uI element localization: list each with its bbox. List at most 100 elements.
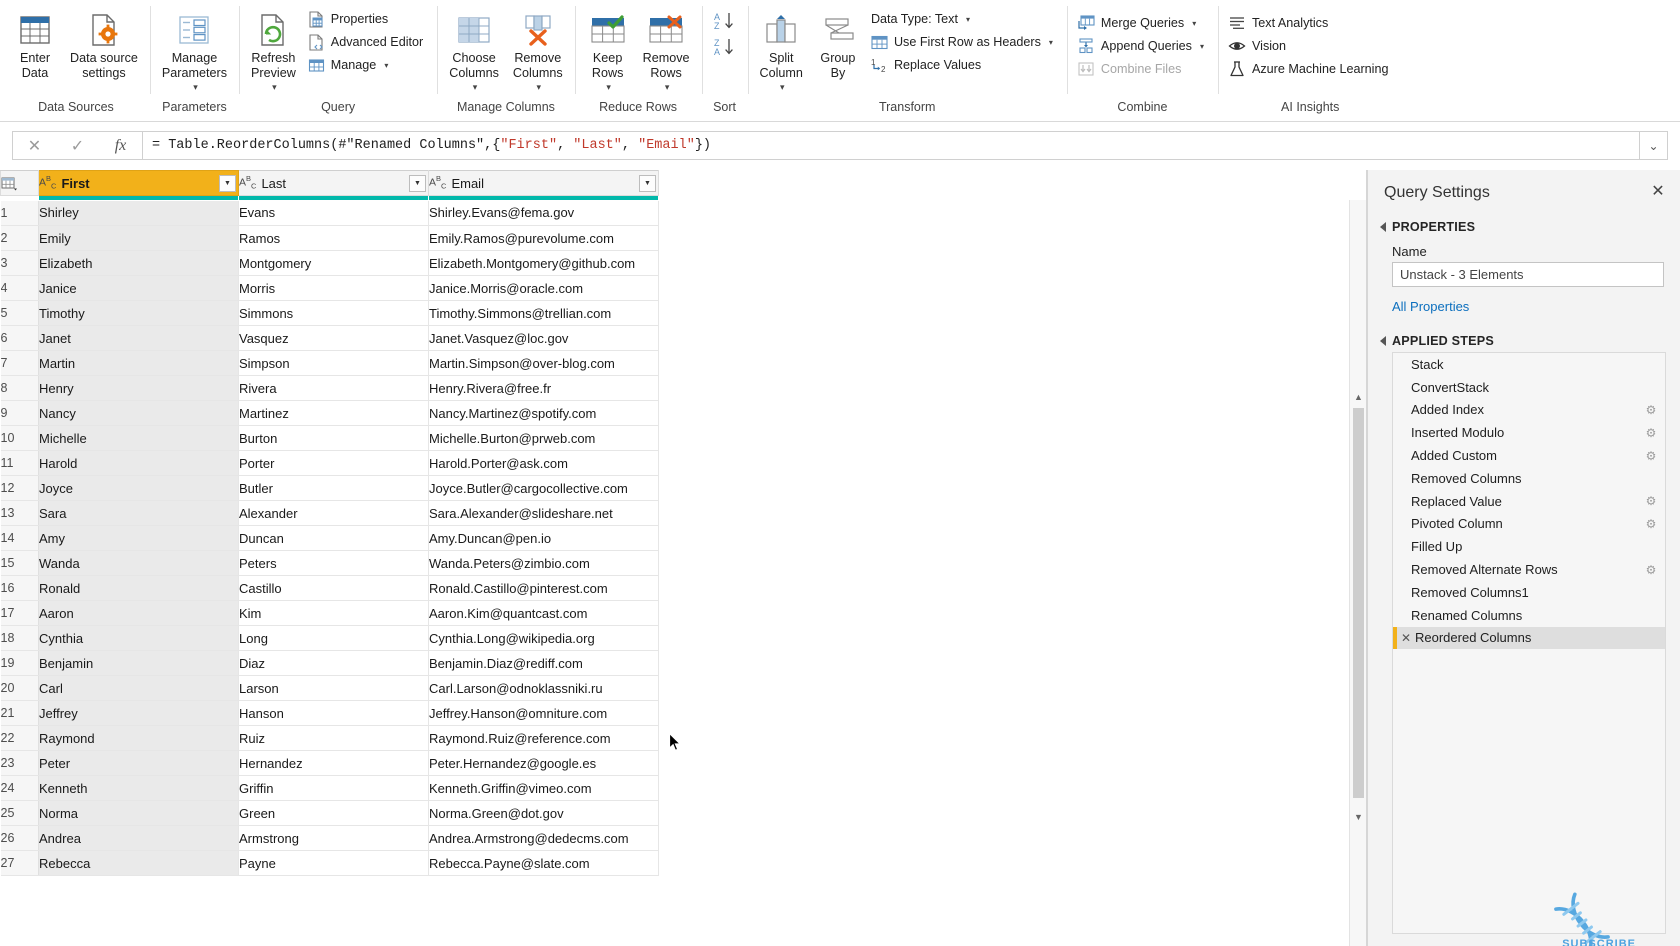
cell-first[interactable]: Amy (38, 525, 239, 551)
cell-first[interactable]: Rebecca (38, 850, 239, 876)
cell-email[interactable]: Cynthia.Long@wikipedia.org (428, 625, 659, 651)
formula-input[interactable]: = Table.ReorderColumns(#"Renamed Columns… (142, 131, 1640, 160)
applied-steps-section-header[interactable]: APPLIED STEPS (1368, 334, 1680, 348)
table-row[interactable]: 13 Sara Alexander Sara.Alexander@slideshare… (0, 500, 659, 526)
table-row[interactable]: 3 Elizabeth Montgomery Elizabeth.Montgomery… (0, 250, 659, 276)
cell-last[interactable]: Morris (238, 275, 429, 301)
remove-columns-button[interactable]: Remove Columns ▾ (507, 6, 569, 93)
cell-first[interactable]: Timothy (38, 300, 239, 326)
refresh-preview-button[interactable]: Refresh Preview ▾ (245, 6, 302, 93)
cell-last[interactable]: Peters (238, 550, 429, 576)
cell-last[interactable]: Simpson (238, 350, 429, 376)
select-all-table-icon[interactable] (0, 170, 39, 196)
cell-first[interactable]: Martin (38, 350, 239, 376)
cell-first[interactable]: Andrea (38, 825, 239, 851)
filter-dropdown-first-icon[interactable]: ▼ (219, 174, 236, 192)
cell-first[interactable]: Henry (38, 375, 239, 401)
confirm-icon[interactable]: ✓ (58, 136, 98, 156)
fx-icon[interactable]: fx (101, 137, 141, 155)
table-row[interactable]: 25 Norma Green Norma.Green@dot.gov (0, 800, 659, 826)
applied-step-item[interactable]: ✕ConvertStack (1393, 376, 1665, 399)
all-properties-link[interactable]: All Properties (1368, 287, 1680, 314)
gear-icon[interactable]: ⚙ (1643, 494, 1659, 508)
data-source-settings-button[interactable]: Data source settings (64, 6, 144, 82)
cell-email[interactable]: Sara.Alexander@slideshare.net (428, 500, 659, 526)
cell-email[interactable]: Jeffrey.Hanson@omniture.com (428, 700, 659, 726)
gear-icon[interactable]: ⚙ (1643, 563, 1659, 577)
manage-button[interactable]: Manage ▾ (304, 54, 431, 76)
chevron-down-icon[interactable]: ▾ (606, 82, 611, 93)
applied-step-item[interactable]: ✕Removed Columns1 (1393, 581, 1665, 604)
cell-last[interactable]: Butler (238, 475, 429, 501)
cell-email[interactable]: Shirley.Evans@fema.gov (428, 200, 659, 226)
cancel-icon[interactable]: ✕ (15, 136, 55, 156)
cell-email[interactable]: Janet.Vasquez@loc.gov (428, 325, 659, 351)
cell-first[interactable]: Peter (38, 750, 239, 776)
cell-last[interactable]: Evans (238, 200, 429, 226)
cell-email[interactable]: Martin.Simpson@over-blog.com (428, 350, 659, 376)
vision-button[interactable]: Vision (1224, 35, 1397, 57)
chevron-down-icon[interactable]: ▾ (537, 82, 542, 93)
chevron-down-icon[interactable]: ▾ (384, 61, 388, 70)
query-name-input[interactable]: Unstack - 3 Elements (1392, 262, 1664, 287)
table-row[interactable]: 21 Jeffrey Hanson Jeffrey.Hanson@omniture.c… (0, 700, 659, 726)
applied-step-item[interactable]: ✕Added Custom⚙ (1393, 444, 1665, 467)
cell-first[interactable]: Ronald (38, 575, 239, 601)
gear-icon[interactable]: ⚙ (1643, 403, 1659, 417)
chevron-down-icon[interactable]: ▾ (665, 82, 670, 93)
cell-last[interactable]: Burton (238, 425, 429, 451)
table-row[interactable]: 10 Michelle Burton Michelle.Burton@prweb.co… (0, 425, 659, 451)
cell-last[interactable]: Vasquez (238, 325, 429, 351)
cell-last[interactable]: Castillo (238, 575, 429, 601)
table-row[interactable]: 19 Benjamin Diaz Benjamin.Diaz@rediff.com (0, 650, 659, 676)
cell-last[interactable]: Griffin (238, 775, 429, 801)
advanced-editor-button[interactable]: Advanced Editor (304, 31, 431, 53)
cell-first[interactable]: Janet (38, 325, 239, 351)
use-first-row-as-headers-button[interactable]: Use First Row as Headers ▾ (867, 31, 1061, 53)
cell-last[interactable]: Long (238, 625, 429, 651)
cell-last[interactable]: Duncan (238, 525, 429, 551)
table-row[interactable]: 11 Harold Porter Harold.Porter@ask.com (0, 450, 659, 476)
gear-icon[interactable]: ⚙ (1643, 449, 1659, 463)
gear-icon[interactable]: ⚙ (1643, 426, 1659, 440)
grid-vertical-scrollbar[interactable]: ▲ ▼ (1349, 200, 1366, 946)
applied-steps-list[interactable]: ✕Stack✕ConvertStack✕Added Index⚙✕Inserte… (1392, 352, 1666, 934)
chevron-down-icon[interactable]: ▾ (1049, 38, 1053, 47)
filter-dropdown-last-icon[interactable]: ▼ (409, 174, 426, 192)
table-row[interactable]: 1 Shirley Evans Shirley.Evans@fema.gov (0, 200, 659, 226)
choose-columns-button[interactable]: Choose Columns ▾ (443, 6, 505, 93)
applied-step-item[interactable]: ✕Replaced Value⚙ (1393, 490, 1665, 513)
cell-last[interactable]: Porter (238, 450, 429, 476)
cell-email[interactable]: Henry.Rivera@free.fr (428, 375, 659, 401)
table-row[interactable]: 24 Kenneth Griffin Kenneth.Griffin@vimeo.co… (0, 775, 659, 801)
cell-email[interactable]: Benjamin.Diaz@rediff.com (428, 650, 659, 676)
cell-first[interactable]: Kenneth (38, 775, 239, 801)
properties-button[interactable]: Properties (304, 8, 431, 30)
azure-machine-learning-button[interactable]: Azure Machine Learning (1224, 58, 1397, 80)
properties-section-header[interactable]: PROPERTIES (1368, 220, 1680, 234)
cell-first[interactable]: Shirley (38, 200, 239, 226)
sort-ascending-button[interactable]: A Z (708, 10, 742, 32)
replace-values-button[interactable]: 1 2 Replace Values (867, 54, 1061, 76)
cell-first[interactable]: Nancy (38, 400, 239, 426)
cell-email[interactable]: Andrea.Armstrong@dedecms.com (428, 825, 659, 851)
cell-last[interactable]: Hernandez (238, 750, 429, 776)
chevron-down-icon[interactable]: ▾ (966, 15, 970, 24)
cell-last[interactable]: Diaz (238, 650, 429, 676)
table-row[interactable]: 8 Henry Rivera Henry.Rivera@free.fr (0, 375, 659, 401)
cell-last[interactable]: Simmons (238, 300, 429, 326)
merge-queries-button[interactable]: Merge Queries ▾ (1073, 12, 1212, 34)
applied-step-item[interactable]: ✕Added Index⚙ (1393, 399, 1665, 422)
cell-first[interactable]: Carl (38, 675, 239, 701)
gear-icon[interactable]: ⚙ (1643, 517, 1659, 531)
applied-step-item[interactable]: ✕Filled Up (1393, 535, 1665, 558)
delete-step-icon[interactable]: ✕ (1397, 631, 1415, 645)
text-analytics-button[interactable]: Text Analytics (1224, 12, 1397, 34)
table-row[interactable]: 27 Rebecca Payne Rebecca.Payne@slate.com (0, 850, 659, 876)
append-queries-button[interactable]: Append Queries ▾ (1073, 35, 1212, 57)
cell-email[interactable]: Aaron.Kim@quantcast.com (428, 600, 659, 626)
cell-email[interactable]: Janice.Morris@oracle.com (428, 275, 659, 301)
scrollbar-thumb[interactable] (1353, 408, 1364, 798)
cell-email[interactable]: Ronald.Castillo@pinterest.com (428, 575, 659, 601)
chevron-down-icon[interactable]: ▾ (193, 82, 198, 93)
